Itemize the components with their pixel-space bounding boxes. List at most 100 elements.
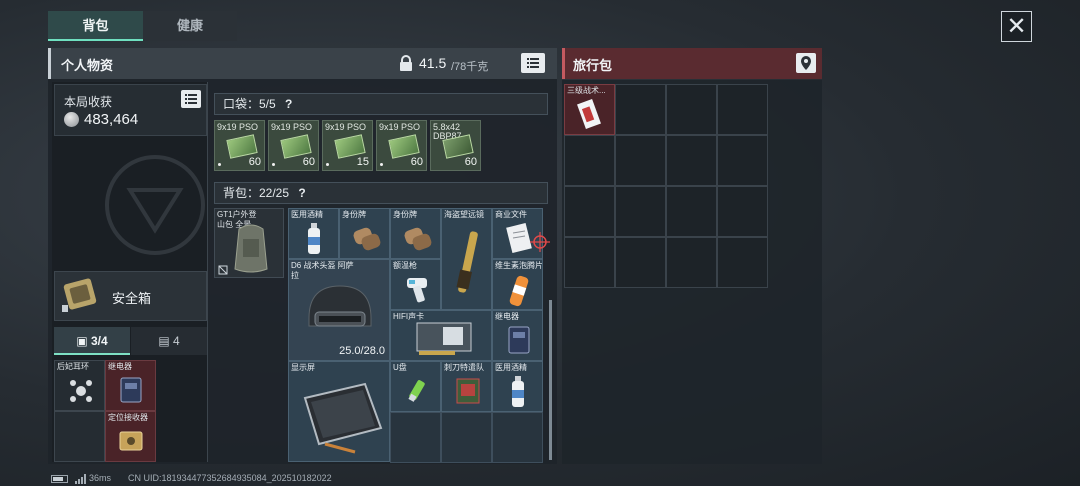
backpack-header: 背包：22/25 ? xyxy=(214,182,548,204)
dogtag-icon xyxy=(404,227,432,251)
ammo-name: 9x19 PSO xyxy=(217,122,259,132)
travel-cell[interactable] xyxy=(615,237,666,288)
tab-cards[interactable]: ▤ 4 xyxy=(131,327,207,355)
tab-backpack[interactable]: 背包 xyxy=(48,11,143,41)
travel-cell[interactable] xyxy=(666,186,717,237)
side-slot-4[interactable]: 定位接收器 xyxy=(105,411,156,462)
emblem-icon xyxy=(105,155,205,255)
pocket-count: 口袋：5/5 xyxy=(223,97,276,111)
backpack-item-d6-helmet[interactable]: D6 战术头盔 阿萨拉 25.0/28.0 xyxy=(288,259,390,361)
weight-value: 41.5 xyxy=(419,55,447,71)
travel-cell[interactable] xyxy=(717,135,768,186)
pocket-ammo-1[interactable]: 9x19 PSO 60 xyxy=(214,120,265,171)
travel-cell[interactable] xyxy=(717,186,768,237)
backpack-help-icon[interactable]: ? xyxy=(298,186,305,200)
backpack-item-pirate-telescope[interactable]: 海盗望远镜 xyxy=(441,208,492,310)
backpack-item-medical-alcohol[interactable]: 医用酒精 xyxy=(288,208,339,259)
ping-value: 36ms xyxy=(89,473,112,483)
side-slot-1[interactable]: 后妃耳环 xyxy=(54,360,105,411)
backpack-item-id-tag-2[interactable]: 身份牌 xyxy=(390,208,441,259)
travel-cell[interactable] xyxy=(564,135,615,186)
item-name: 医用酒精 xyxy=(495,363,527,372)
tab-kit[interactable]: ▣ 3/4 xyxy=(54,327,130,355)
travel-cell[interactable] xyxy=(615,135,666,186)
game-box-icon xyxy=(456,378,480,404)
pocket-ammo-5[interactable]: 5.8x42 DBP87 60 xyxy=(430,120,481,171)
safebox-label: 安全箱 xyxy=(112,291,152,306)
relay-icon xyxy=(508,326,530,354)
close-button[interactable]: ✕ xyxy=(1001,11,1032,42)
tab-kit-count: 3/4 xyxy=(90,334,108,348)
side-slot-label: 定位接收器 xyxy=(108,413,148,422)
backpack-item-thermometer[interactable]: 额温枪 xyxy=(390,259,441,310)
backpack-item-vitamin[interactable]: 维生素泡腾片 xyxy=(492,259,543,310)
signal-icon xyxy=(75,474,86,484)
travel-cell[interactable] xyxy=(717,84,768,135)
ammo-name: 9x19 PSO xyxy=(271,122,313,132)
sound-card-icon xyxy=(416,322,472,355)
earnings-value: 483,464 xyxy=(84,111,139,128)
locator-icon xyxy=(119,431,143,451)
travel-cell[interactable] xyxy=(666,237,717,288)
travel-cell[interactable] xyxy=(666,84,717,135)
backpack-equipped-slot[interactable]: GT1户外登山包 全景 xyxy=(214,208,284,278)
ammo-name: 9x19 PSO xyxy=(379,122,421,132)
backpack-icon xyxy=(234,224,268,273)
travel-cell[interactable] xyxy=(564,186,615,237)
backpack-item-hifi-sound-card[interactable]: HIFI声卡 xyxy=(390,310,492,361)
backpack-item-usb-drive[interactable]: U盘 xyxy=(390,361,441,412)
travel-grid: 三级战术... xyxy=(564,84,768,288)
monitor-icon xyxy=(303,382,383,454)
ammo-count: 60 xyxy=(248,156,261,168)
bottle-icon xyxy=(308,223,320,254)
item-name: 医用酒精 xyxy=(291,210,323,219)
backpack-item-monitor[interactable]: 显示屏 xyxy=(288,361,390,462)
earring-icon xyxy=(70,380,92,402)
location-pin-icon xyxy=(801,56,811,70)
side-slot-2[interactable]: 继电器 xyxy=(105,360,156,411)
earnings-list-button[interactable] xyxy=(181,90,201,108)
backpack-cell[interactable] xyxy=(390,412,441,463)
item-name: 继电器 xyxy=(495,312,519,321)
list-button[interactable] xyxy=(521,53,545,73)
personal-title: 个人物资 xyxy=(61,58,114,73)
side-slot-3[interactable] xyxy=(54,411,105,462)
travel-cell[interactable] xyxy=(564,237,615,288)
backpack-grid: 医用酒精 身份牌 身份牌 海盗望远镜 商业文件 D6 战术头盔 阿萨拉 25.0… xyxy=(288,208,543,463)
backpack-cell[interactable] xyxy=(492,412,543,463)
travel-cell[interactable] xyxy=(717,237,768,288)
backpack-item-medical-alcohol-2[interactable]: 医用酒精 xyxy=(492,361,543,412)
tab-health[interactable]: 健康 xyxy=(143,11,237,41)
ammo-name: 9x19 PSO xyxy=(325,122,367,132)
earnings-label: 本局收获 xyxy=(64,95,113,109)
tab-cards-count: 4 xyxy=(172,334,180,348)
backpack-scrollbar[interactable] xyxy=(549,300,552,460)
close-icon: ✕ xyxy=(1006,12,1027,40)
list-icon xyxy=(185,94,197,104)
travel-item-armor[interactable]: 三级战术... xyxy=(564,84,615,135)
pocket-ammo-3[interactable]: 9x19 PSO 15 xyxy=(322,120,373,171)
usb-icon xyxy=(408,380,425,402)
location-pin-button[interactable] xyxy=(796,53,816,73)
backpack-item-id-tag-1[interactable]: 身份牌 xyxy=(339,208,390,259)
backpack-count: 背包：22/25 xyxy=(223,186,290,200)
ammo-count: 15 xyxy=(356,156,369,168)
travel-cell[interactable] xyxy=(666,135,717,186)
thermometer-gun-icon xyxy=(407,278,427,303)
ammo-count: 60 xyxy=(410,156,423,168)
user-uid: CN UID:1819344773526849350​84_2025101820… xyxy=(128,473,332,483)
travel-cell[interactable] xyxy=(615,186,666,237)
dogtag-icon xyxy=(353,227,381,251)
pocket-ammo-2[interactable]: 9x19 PSO 60 xyxy=(268,120,319,171)
backpack-item-bayonet-team[interactable]: 刺刀特遣队 xyxy=(441,361,492,412)
backpack-cell[interactable] xyxy=(441,412,492,463)
pocket-ammo-4[interactable]: 9x19 PSO 60 xyxy=(376,120,427,171)
side-slot-label: 继电器 xyxy=(108,362,132,371)
backpack-item-relay[interactable]: 继电器 xyxy=(492,310,543,361)
travel-title: 旅行包 xyxy=(573,58,613,73)
pocket-help-icon[interactable]: ? xyxy=(285,97,292,111)
travel-cell[interactable] xyxy=(615,84,666,135)
weight-lock-icon xyxy=(400,55,412,71)
tube-icon xyxy=(509,275,529,307)
coin-icon xyxy=(64,112,79,127)
